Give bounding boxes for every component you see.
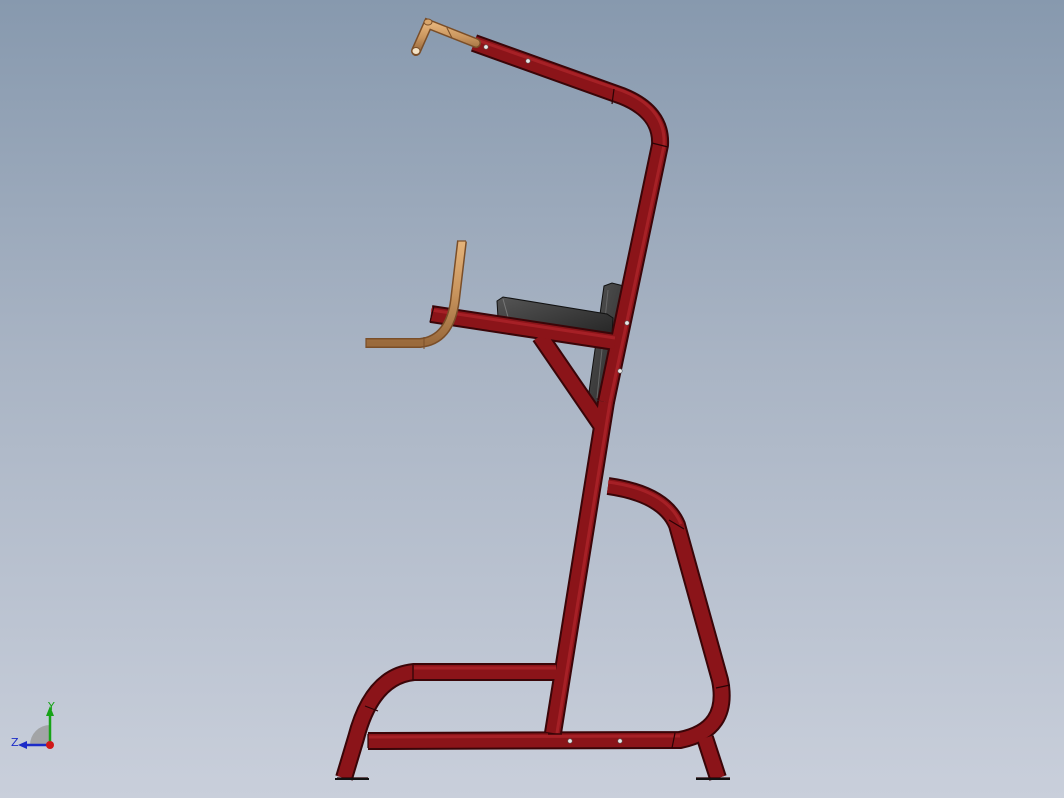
frame <box>335 34 731 781</box>
y-axis-label: Y <box>47 700 55 713</box>
triad-sector <box>30 725 50 745</box>
dip-handle <box>365 240 467 349</box>
z-axis-label: Z <box>11 736 19 749</box>
power-tower-model[interactable] <box>0 0 1064 798</box>
pull-up-handle <box>411 17 481 56</box>
x-axis-dot <box>46 741 54 749</box>
3d-viewport[interactable]: Y Z <box>0 0 1064 798</box>
z-arrow-head <box>18 741 27 749</box>
view-orientation-triad[interactable]: Y Z <box>8 700 68 764</box>
